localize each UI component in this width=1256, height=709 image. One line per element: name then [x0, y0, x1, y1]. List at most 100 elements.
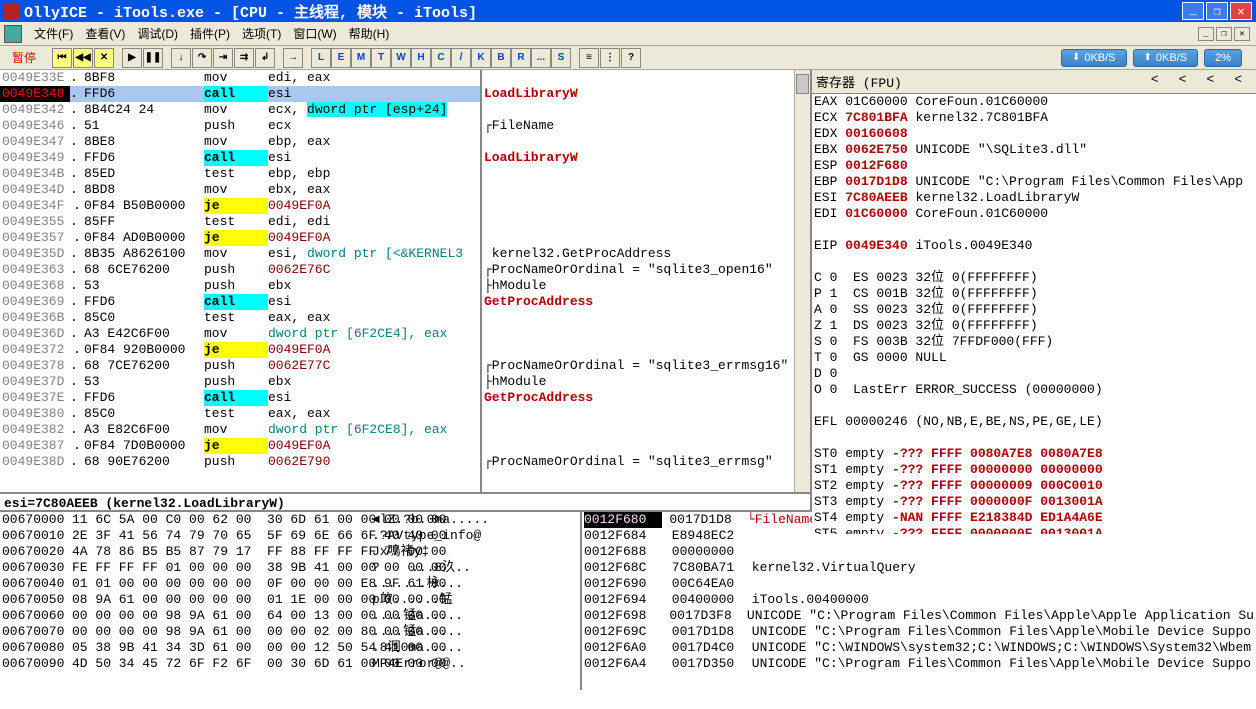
hex-row[interactable]: 0067006000 00 00 00 98 9A 61 00 64 00 13… — [2, 608, 578, 624]
register-row[interactable]: EBX 0062E750 UNICODE "\SQLite3.dll" — [814, 142, 1254, 158]
toolbar-opt1-button[interactable]: ≡ — [579, 48, 599, 68]
menu-4[interactable]: 选项(T) — [236, 25, 287, 43]
register-row[interactable]: O 0 LastErr ERROR_SUCCESS (00000000) — [814, 382, 1254, 398]
disasm-row[interactable]: 0049E342. 8B4C24 24 mov ecx, dword ptr [… — [0, 102, 480, 118]
stack-row[interactable]: 0012F68C 7C80BA71 kernel32.VirtualQuery — [584, 560, 1254, 576]
disasm-row[interactable]: 0049E347. 8BE8 mov ebp, eax — [0, 134, 480, 150]
register-row[interactable]: EIP 0049E340 iTools.0049E340 — [814, 238, 1254, 254]
toolbar-stepover-button[interactable]: ↷ — [192, 48, 212, 68]
toolbar-M-button[interactable]: M — [351, 48, 371, 68]
toolbar-R-button[interactable]: R — [511, 48, 531, 68]
hexdump-pane[interactable]: 0067000011 6C 5A 00 C0 00 62 00 30 6D 61… — [0, 512, 580, 690]
toolbar-rewind-button[interactable]: ⏮ — [52, 48, 72, 68]
disasm-row[interactable]: 0049E378. 68 7CE76200 push 0062E77C — [0, 358, 480, 374]
toolbar-stepinto-button[interactable]: ↓ — [171, 48, 191, 68]
toolbar-...-button[interactable]: ... — [531, 48, 551, 68]
toolbar-trace-button[interactable]: ⇥ — [213, 48, 233, 68]
stack-row[interactable]: 0012F69C 0017D1D8 UNICODE "C:\Program Fi… — [584, 624, 1254, 640]
disasm-row[interactable]: 0049E340. FFD6 call esi — [0, 86, 480, 102]
info-pane[interactable]: LoadLibraryW┌FileNameLoadLibraryW kernel… — [480, 70, 810, 492]
register-row[interactable]: A 0 SS 0023 32位 0(FFFFFFFF) — [814, 302, 1254, 318]
stack-row[interactable]: 0012F688 00000000 — [584, 544, 1254, 560]
toolbar-close-button[interactable]: ✕ — [94, 48, 114, 68]
register-row[interactable]: S 0 FS 003B 32位 7FFDF000(FFF) — [814, 334, 1254, 350]
hex-row[interactable]: 0067008005 38 9B 41 34 3D 61 00 00 00 12… — [2, 640, 578, 656]
register-row[interactable]: Z 1 DS 0023 32位 0(FFFFFFFF) — [814, 318, 1254, 334]
register-row[interactable] — [814, 222, 1254, 238]
menu-6[interactable]: 帮助(H) — [343, 25, 396, 43]
registers-pane[interactable]: EAX 01C60000 CoreFoun.01C60000ECX 7C801B… — [812, 94, 1256, 534]
disasm-row[interactable]: 0049E382. A3 E82C6F00 mov dword ptr [6F2… — [0, 422, 480, 438]
toolbar-C-button[interactable]: C — [431, 48, 451, 68]
hex-row[interactable]: 006700102E 3F 41 56 74 79 70 65 5F 69 6E… — [2, 528, 578, 544]
register-row[interactable] — [814, 398, 1254, 414]
hex-row[interactable]: 0067005008 9A 61 00 00 00 00 00 01 1E 00… — [2, 592, 578, 608]
toolbar-traceover-button[interactable]: ⇉ — [234, 48, 254, 68]
register-row[interactable] — [814, 254, 1254, 270]
toolbar-T-button[interactable]: T — [371, 48, 391, 68]
toolbar-run-button[interactable]: ▶ — [122, 48, 142, 68]
disasm-row[interactable]: 0049E357.0F84 AD0B0000 je 0049EF0A — [0, 230, 480, 246]
disasm-row[interactable]: 0049E368. 53 push ebx — [0, 278, 480, 294]
hex-row[interactable]: 0067000011 6C 5A 00 C0 00 62 00 30 6D 61… — [2, 512, 578, 528]
register-row[interactable]: D 0 — [814, 366, 1254, 382]
toolbar-pause-button[interactable]: ❚❚ — [143, 48, 163, 68]
disasm-row[interactable]: 0049E36B. 85C0 test eax, eax — [0, 310, 480, 326]
register-row[interactable]: ST3 empty -??? FFFF 0000000F 0013001A — [814, 494, 1254, 510]
maximize-button[interactable]: ❐ — [1206, 2, 1228, 20]
toolbar-help-button[interactable]: ? — [621, 48, 641, 68]
disasm-row[interactable]: 0049E380. 85C0 test eax, eax — [0, 406, 480, 422]
menu-1[interactable]: 查看(V) — [79, 25, 131, 43]
register-row[interactable]: EDX 00160608 — [814, 126, 1254, 142]
stack-row[interactable]: 0012F6A4 0017D350 UNICODE "C:\Program Fi… — [584, 656, 1254, 672]
disasm-row[interactable]: 0049E34B. 85ED test ebp, ebp — [0, 166, 480, 182]
stack-row[interactable]: 0012F698 0017D3F8 UNICODE "C:\Program Fi… — [584, 608, 1254, 624]
toolbar-goto-button[interactable]: → — [283, 48, 303, 68]
hex-row[interactable]: 006700904D 50 34 45 72 6F F2 6F 00 30 6D… — [2, 656, 578, 672]
menu-2[interactable]: 调试(D) — [131, 25, 184, 43]
stack-row[interactable]: 0012F694 00400000 iTools.00400000 — [584, 592, 1254, 608]
disasm-row[interactable]: 0049E35D. 8B35 A8626100 mov esi, dword p… — [0, 246, 480, 262]
reg-nav-left-icon[interactable]: < — [1151, 72, 1159, 91]
register-row[interactable]: ESP 0012F680 — [814, 158, 1254, 174]
toolbar-H-button[interactable]: H — [411, 48, 431, 68]
toolbar-K-button[interactable]: K — [471, 48, 491, 68]
toolbar-/-button[interactable]: / — [451, 48, 471, 68]
mdi-close-button[interactable]: ✕ — [1234, 27, 1250, 41]
disasm-row[interactable]: 0049E34F.0F84 B50B0000 je 0049EF0A — [0, 198, 480, 214]
hex-row[interactable]: 0067007000 00 00 00 98 9A 61 00 00 00 02… — [2, 624, 578, 640]
register-row[interactable]: P 1 CS 001B 32位 0(FFFFFFFF) — [814, 286, 1254, 302]
mdi-minimize-button[interactable]: _ — [1198, 27, 1214, 41]
disasm-row[interactable]: 0049E387.0F84 7D0B0000 je 0049EF0A — [0, 438, 480, 454]
register-row[interactable]: ST2 empty -??? FFFF 00000009 000C0010 — [814, 478, 1254, 494]
toolbar-W-button[interactable]: W — [391, 48, 411, 68]
toolbar-E-button[interactable]: E — [331, 48, 351, 68]
toolbar-back-button[interactable]: ◀◀ — [73, 48, 93, 68]
register-row[interactable] — [814, 430, 1254, 446]
register-row[interactable]: EFL 00000246 (NO,NB,E,BE,NS,PE,GE,LE) — [814, 414, 1254, 430]
hex-row[interactable]: 00670030FE FF FF FF 01 00 00 00 38 9B 41… — [2, 560, 578, 576]
toolbar-tilret-button[interactable]: ↲ — [255, 48, 275, 68]
disasm-row[interactable]: 0049E38D. 68 90E76200 push 0062E790 — [0, 454, 480, 470]
menu-3[interactable]: 插件(P) — [184, 25, 236, 43]
register-row[interactable]: ST5 empty -??? FFFF 0000000F 0013001A — [814, 526, 1254, 534]
disasm-row[interactable]: 0049E369. FFD6 call esi — [0, 294, 480, 310]
register-row[interactable]: C 0 ES 0023 32位 0(FFFFFFFF) — [814, 270, 1254, 286]
stack-row[interactable]: 0012F6A0 0017D4C0 UNICODE "C:\WINDOWS\sy… — [584, 640, 1254, 656]
disasm-row[interactable]: 0049E363. 68 6CE76200 push 0062E76C — [0, 262, 480, 278]
info-scrollbar[interactable] — [794, 70, 810, 492]
register-row[interactable]: ST1 empty -??? FFFF 00000000 00000000 — [814, 462, 1254, 478]
disasm-row[interactable]: 0049E33E. 8BF8 mov edi, eax — [0, 70, 480, 86]
hex-row[interactable]: 006700204A 78 86 B5 B5 87 79 17 FF 88 FF… — [2, 544, 578, 560]
disasm-row[interactable]: 0049E37D. 53 push ebx — [0, 374, 480, 390]
reg-nav-left3-icon[interactable]: < — [1206, 72, 1214, 91]
toolbar-B-button[interactable]: B — [491, 48, 511, 68]
register-row[interactable]: EAX 01C60000 CoreFoun.01C60000 — [814, 94, 1254, 110]
register-row[interactable]: EDI 01C60000 CoreFoun.01C60000 — [814, 206, 1254, 222]
register-row[interactable]: ECX 7C801BFA kernel32.7C801BFA — [814, 110, 1254, 126]
menu-0[interactable]: 文件(F) — [28, 25, 79, 43]
reg-nav-left2-icon[interactable]: < — [1179, 72, 1187, 91]
disasm-row[interactable]: 0049E37E. FFD6 call esi — [0, 390, 480, 406]
stack-pane[interactable]: 0012F680 0017D1D8 └FileName = "C:\Progra… — [580, 512, 1256, 690]
disasm-row[interactable]: 0049E36D. A3 E42C6F00 mov dword ptr [6F2… — [0, 326, 480, 342]
